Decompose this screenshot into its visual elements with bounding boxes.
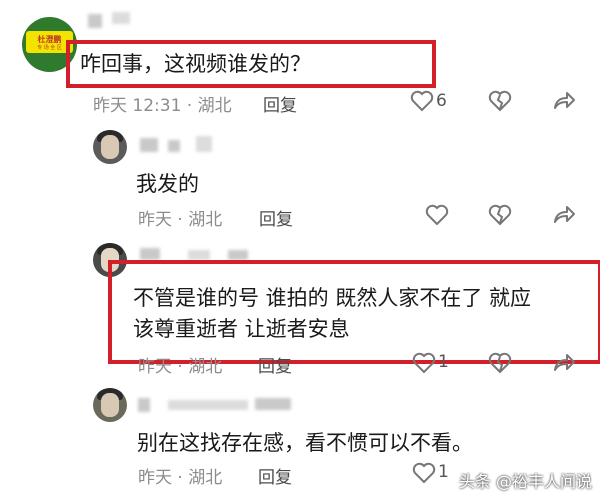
like-icon[interactable] [410, 90, 434, 112]
blurred-username [168, 400, 248, 410]
dislike-icon[interactable] [488, 204, 512, 226]
share-icon[interactable] [552, 204, 576, 226]
avatar[interactable] [93, 130, 127, 164]
like-count: 6 [436, 91, 447, 111]
like-count: 1 [438, 352, 449, 372]
blurred-username [196, 136, 212, 152]
watermark: 头条 @裕丰人间说 [458, 472, 592, 491]
like-count: 1 [438, 462, 449, 482]
blurred-username [88, 14, 102, 28]
highlight-box [108, 260, 600, 364]
comment-text-line2: 该尊重逝者 让逝者安息 [133, 317, 350, 341]
blurred-username [168, 140, 180, 152]
reply-button[interactable]: 回复 [258, 352, 292, 377]
dislike-icon[interactable] [488, 90, 512, 112]
blurred-username [255, 398, 291, 410]
share-icon[interactable] [552, 90, 576, 112]
comment-meta: 昨天 12:31 · 湖北 [93, 96, 232, 116]
like-icon[interactable] [425, 204, 449, 226]
like-icon[interactable] [412, 352, 436, 374]
reply-button[interactable]: 回复 [258, 463, 292, 488]
comment-text: 咋回事，这视频谁发的？ [80, 52, 311, 76]
dislike-icon[interactable] [488, 352, 512, 374]
comment-meta: 昨天 · 湖北 [138, 357, 223, 377]
blurred-username [112, 12, 130, 24]
reply-button[interactable]: 回复 [259, 205, 293, 230]
like-icon[interactable] [412, 462, 436, 484]
share-icon[interactable] [552, 352, 576, 374]
avatar[interactable] [93, 388, 127, 422]
blurred-username [228, 250, 248, 260]
blurred-username [140, 248, 160, 260]
comment-text: 我发的 [136, 172, 199, 196]
blurred-username [138, 398, 150, 412]
blurred-username [188, 250, 210, 260]
reply-button[interactable]: 回复 [263, 91, 297, 116]
comment-meta: 昨天 · 湖北 [138, 210, 223, 230]
comment-text: 别在这找存在感，看不惯可以不看。 [137, 431, 473, 455]
comment-text-line1: 不管是谁的号 谁拍的 既然人家不在了 就应 [133, 286, 532, 310]
comment-meta: 昨天 · 湖北 [138, 468, 223, 488]
blurred-username [140, 138, 158, 152]
